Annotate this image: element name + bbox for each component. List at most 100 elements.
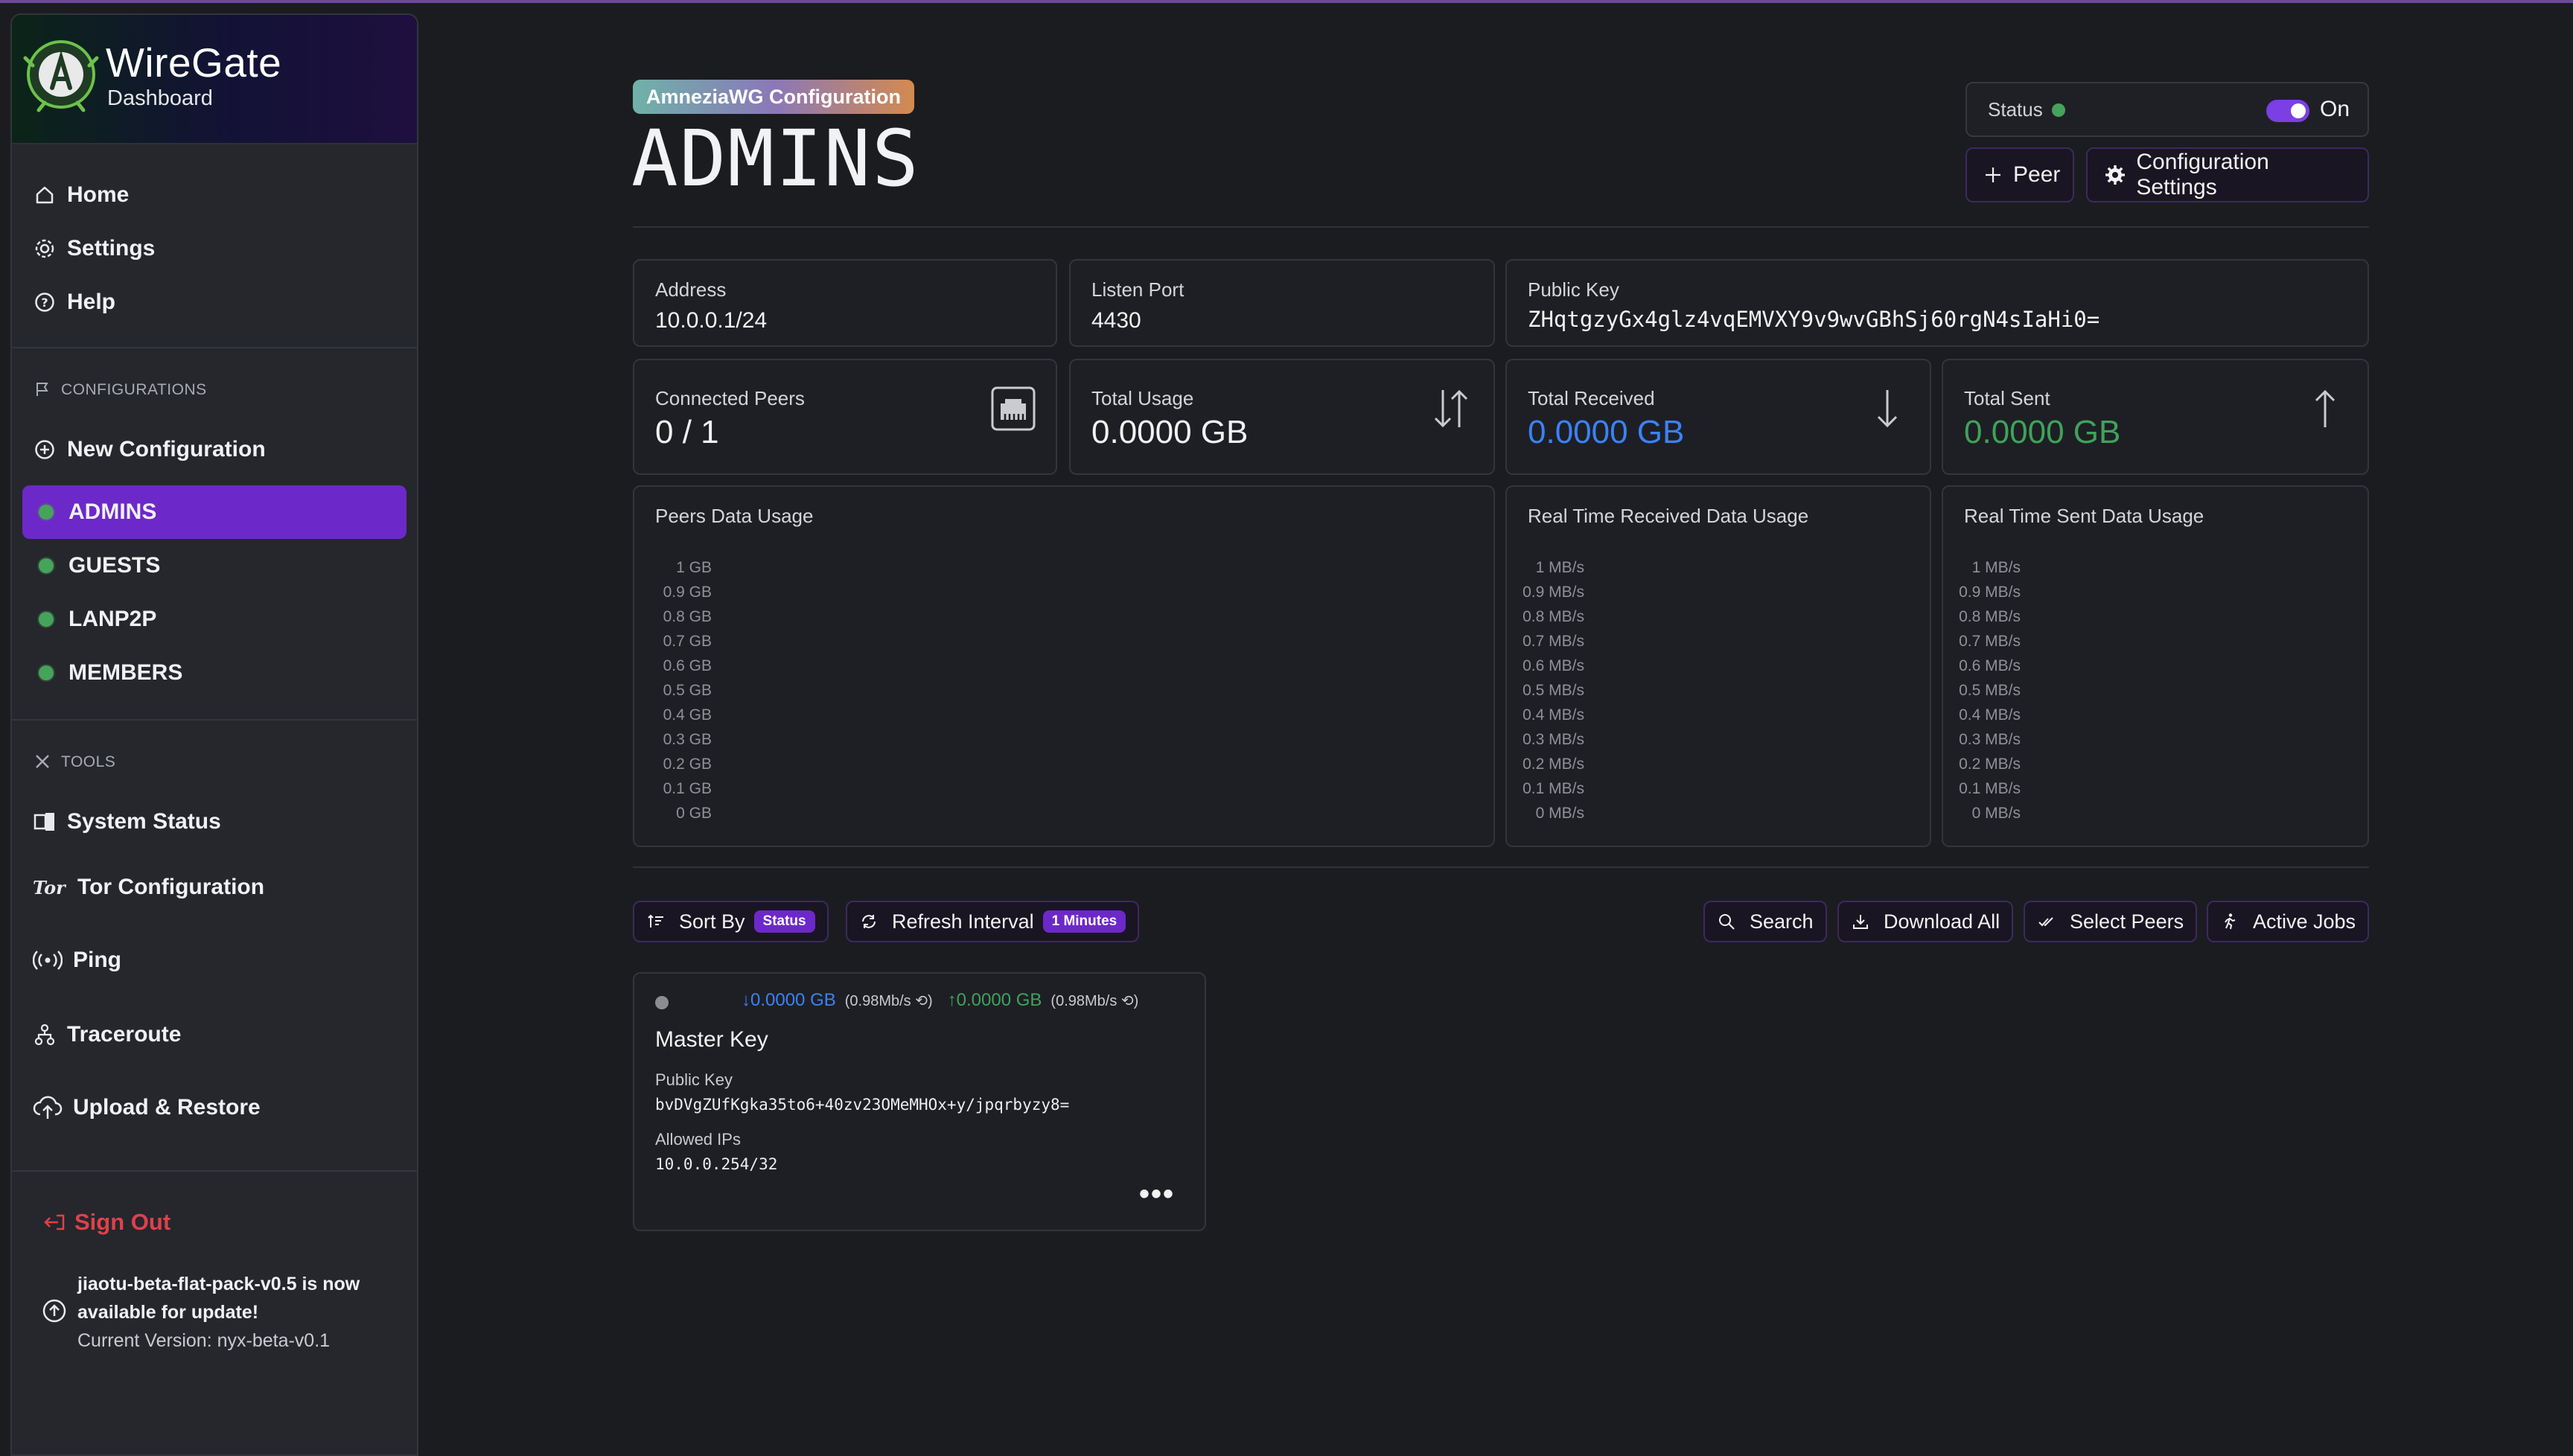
tool-tor-configuration[interactable]: Tor Tor Configuration — [33, 866, 264, 908]
y-tick-label: 0.6 GB — [663, 657, 712, 674]
y-tick-label: 0.5 MB/s — [1523, 682, 1584, 699]
system-status-icon — [33, 810, 57, 834]
y-tick-label: 0.5 GB — [663, 682, 712, 699]
traceroute-icon — [33, 1023, 57, 1047]
y-tick-label: 0.4 MB/s — [1523, 706, 1584, 724]
sort-by-value-pill: Status — [753, 910, 815, 933]
config-item-admins[interactable]: ADMINS — [22, 485, 406, 539]
y-tick-label: 0.1 MB/s — [1959, 780, 2021, 797]
realtime-received-chart: Real Time Received Data Usage 1 MB/s 0.9 … — [1505, 485, 1931, 847]
y-tick-label: 0.4 GB — [663, 706, 712, 724]
active-jobs-button[interactable]: Active Jobs — [2207, 901, 2370, 942]
connected-peers-value: 0 / 1 — [655, 414, 719, 450]
update-notice[interactable]: jiaotu-beta-flat-pack-v0.5 is now availa… — [42, 1270, 399, 1355]
arrow-up-circle-icon — [42, 1299, 66, 1323]
download-icon — [1851, 912, 1870, 931]
sort-icon — [646, 912, 666, 931]
y-tick-label: 1 MB/s — [1536, 559, 1584, 576]
connected-peers-card: Connected Peers 0 / 1 — [633, 359, 1057, 475]
y-tick-label: 0.9 GB — [663, 584, 712, 601]
nav-help[interactable]: ? Help — [33, 281, 115, 323]
brand-header: WireGate Dashboard — [12, 15, 417, 144]
y-tick-label: 0.2 GB — [663, 756, 712, 773]
realtime-sent-plot: 1 MB/s 0.9 MB/s 0.8 MB/s 0.7 MB/s 0.6 MB/s 0.… — [1959, 559, 2021, 822]
download-all-button[interactable]: Download All — [1837, 901, 2014, 942]
upload-cloud-icon — [33, 1096, 63, 1120]
sidebar-divider — [12, 1170, 417, 1172]
y-tick-label: 0.5 MB/s — [1959, 682, 2021, 699]
ethernet-icon — [991, 386, 1036, 431]
tor-icon: Tor — [33, 875, 67, 899]
config-item-members[interactable]: MEMBERS — [22, 646, 406, 700]
status-dot — [39, 558, 54, 573]
address-card: Address 10.0.0.1/24 — [633, 259, 1057, 347]
config-item-guests[interactable]: GUESTS — [22, 539, 406, 593]
tool-traceroute[interactable]: Traceroute — [33, 1014, 181, 1056]
check-all-icon — [2037, 912, 2056, 931]
y-tick-label: 0.6 MB/s — [1959, 657, 2021, 674]
peers-data-usage-chart: Peers Data Usage 1 GB 0.9 GB 0.8 GB 0.7 GB 0… — [633, 485, 1495, 847]
protocol-badge: AmneziaWG Configuration — [633, 80, 914, 114]
gear-icon — [33, 237, 57, 261]
tool-ping[interactable]: Ping — [33, 939, 121, 981]
plus-circle-icon — [33, 438, 57, 462]
peer-name: Master Key — [655, 1027, 768, 1052]
running-person-icon — [2220, 912, 2239, 931]
y-tick-label: 0.3 MB/s — [1523, 731, 1584, 748]
public-key-value: ZHqtgzyGx4glz4vqEMVXY9v9wvGBhSj60rgN4sIa… — [1528, 307, 2100, 332]
listen-port-card: Listen Port 4430 — [1069, 259, 1495, 347]
more-options-button[interactable]: ••• — [1139, 1178, 1175, 1211]
status-dot — [39, 665, 54, 680]
y-tick-label: 0 MB/s — [1972, 805, 2021, 822]
peer-received-rate: (0.98Mb/s ⟲) — [844, 992, 933, 1009]
y-tick-label: 0.9 MB/s — [1523, 584, 1584, 601]
tool-upload-restore[interactable]: Upload & Restore — [33, 1087, 261, 1128]
y-tick-label: 0.4 MB/s — [1959, 706, 2021, 724]
config-item-lanp2p[interactable]: LANP2P — [22, 593, 406, 646]
listen-port-value: 4430 — [1091, 308, 1141, 333]
y-tick-label: 0.7 GB — [663, 633, 712, 650]
app-subtitle: Dashboard — [107, 86, 213, 110]
flag-icon — [34, 381, 52, 399]
peer-received: 0.0000 GB — [750, 990, 836, 1010]
nav-settings[interactable]: Settings — [33, 228, 155, 269]
total-usage-value: 0.0000 GB — [1091, 414, 1249, 450]
configuration-settings-button[interactable]: Configuration Settings — [2086, 147, 2369, 202]
search-button[interactable]: Search — [1703, 901, 1827, 942]
nav-settings-label: Settings — [67, 236, 156, 261]
y-tick-label: 0.8 MB/s — [1959, 608, 2021, 625]
refresh-icon — [859, 912, 879, 931]
refresh-interval-pill: 1 Minutes — [1042, 910, 1126, 933]
arrow-down-icon — [1877, 390, 1898, 428]
status-dot — [2051, 103, 2065, 117]
sort-by-button[interactable]: Sort By Status — [633, 901, 829, 942]
peer-allowed-ips: 10.0.0.254/32 — [655, 1155, 778, 1173]
y-tick-label: 0.2 MB/s — [1523, 756, 1584, 773]
address-value: 10.0.0.1/24 — [655, 308, 768, 333]
peer-status-dot — [655, 996, 669, 1009]
y-tick-label: 0.1 GB — [663, 780, 712, 797]
total-received-card: Total Received 0.0000 GB — [1505, 359, 1931, 475]
sidebar-divider — [12, 719, 417, 721]
select-peers-button[interactable]: Select Peers — [2024, 901, 2198, 942]
refresh-interval-button[interactable]: Refresh Interval 1 Minutes — [846, 901, 1140, 942]
peer-sent: 0.0000 GB — [956, 990, 1042, 1010]
add-peer-button[interactable]: Peer — [1965, 147, 2074, 202]
sign-out-button[interactable]: Sign Out — [42, 1209, 170, 1236]
new-configuration-button[interactable]: New Configuration — [33, 429, 266, 470]
peer-traffic-stats: ↓ 0.0000 GB (0.98Mb/s ⟲) ↑ 0.0000 GB (0.… — [742, 990, 1153, 1011]
arrow-up-icon — [2315, 389, 2336, 427]
sign-out-icon — [42, 1210, 67, 1235]
tool-system-status[interactable]: System Status — [33, 801, 221, 843]
y-tick-label: 0.3 GB — [663, 731, 712, 748]
nav-home[interactable]: Home — [33, 174, 129, 216]
total-usage-card: Total Usage 0.0000 GB — [1069, 359, 1495, 475]
peer-card[interactable]: ↓ 0.0000 GB (0.98Mb/s ⟲) ↑ 0.0000 GB (0.… — [633, 972, 1206, 1231]
peer-public-key-label: Public Key — [655, 1070, 733, 1089]
y-tick-label: 0.8 MB/s — [1523, 608, 1584, 625]
status-toggle[interactable] — [2266, 100, 2309, 122]
app-title: WireGate — [106, 39, 282, 86]
status-dot — [39, 505, 54, 520]
total-received-value: 0.0000 GB — [1528, 414, 1685, 450]
y-tick-label: 1 GB — [676, 559, 712, 576]
